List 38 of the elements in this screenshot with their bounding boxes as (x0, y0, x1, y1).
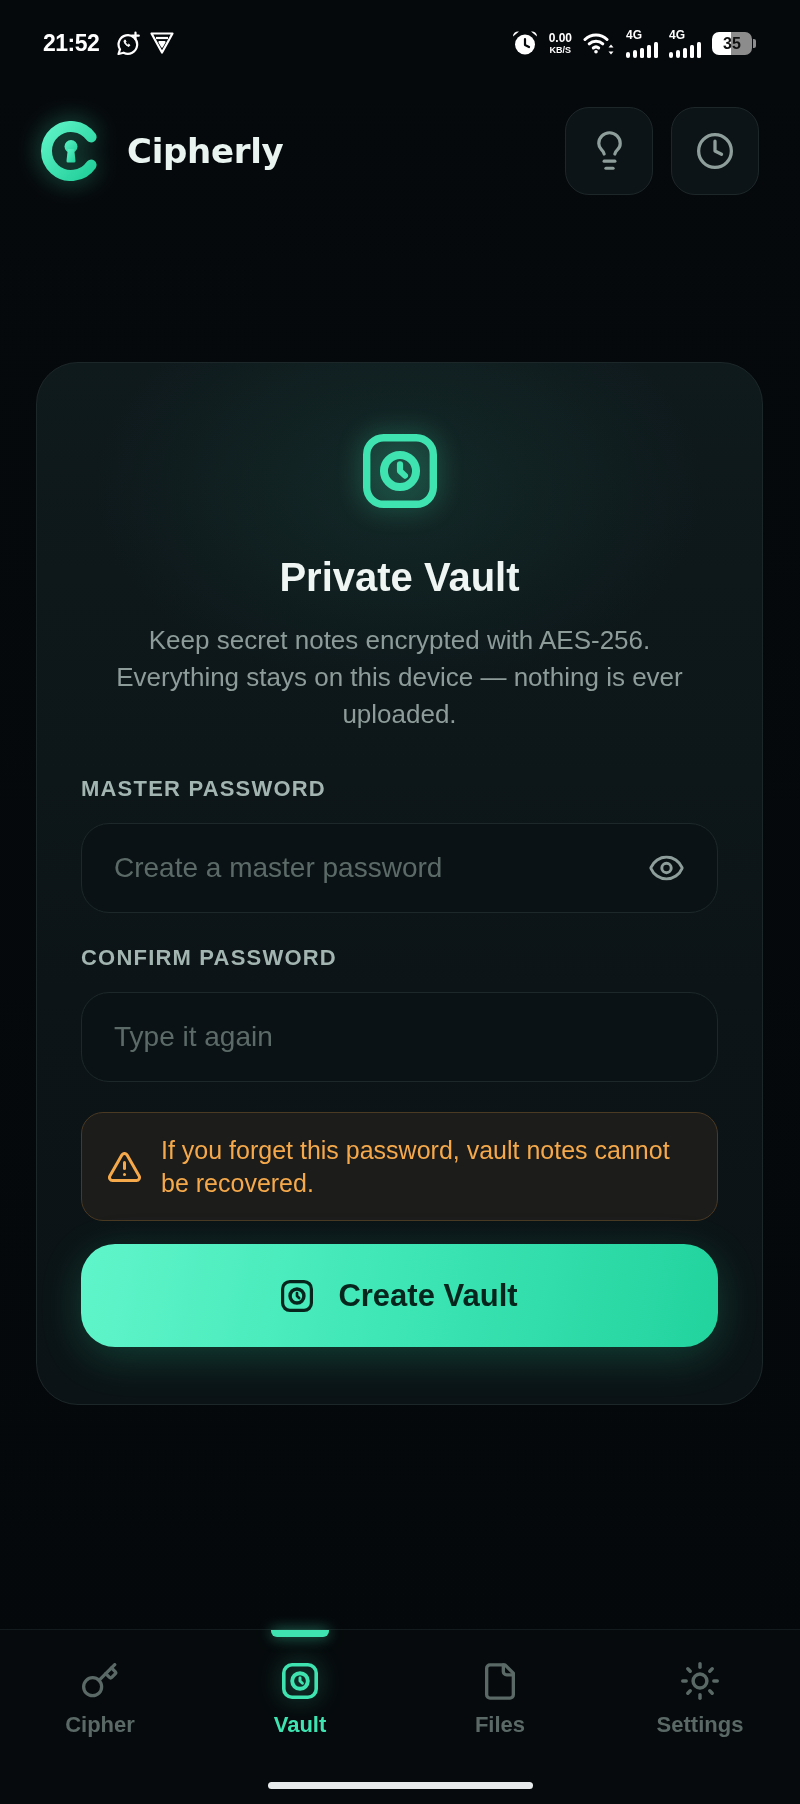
eye-icon[interactable] (649, 855, 684, 881)
lightbulb-icon (596, 131, 622, 170)
clock-icon (697, 132, 733, 169)
nav-tab[interactable]: Cipher (65, 1662, 135, 1738)
signal-bars-icon (669, 41, 701, 58)
network-type-label: 4G (626, 28, 642, 41)
warning-icon (108, 1151, 141, 1182)
field-label: MASTER PASSWORD (81, 776, 327, 802)
warning-text: If you forget this password, vault notes cannot be recovered. (161, 1134, 671, 1199)
safe-icon (281, 1279, 314, 1312)
password-field[interactable]: Create a master password (81, 823, 718, 913)
network-speed-unit: KB/S (549, 44, 572, 55)
field-label: CONFIRM PASSWORD (81, 945, 338, 971)
app-name: Cipherly (127, 130, 284, 171)
vault-description: Keep secret notes encrypted with AES-256. Everything stays on this device — nothing is ever uploaded. (115, 624, 684, 731)
nav-tab[interactable]: Files (474, 1662, 526, 1738)
alarm-clock-icon (511, 30, 538, 56)
chat-bubble-icon (115, 30, 141, 56)
active-tab-indicator (271, 1630, 329, 1637)
file-icon (485, 1662, 515, 1700)
nav-tab[interactable]: Vault (273, 1662, 327, 1738)
triangle-icon (150, 32, 175, 54)
wifi-icon (583, 31, 615, 55)
key-icon (82, 1663, 118, 1699)
signal-bars-icon (626, 41, 658, 58)
network-type-label: 4G (669, 28, 685, 41)
logo-icon (41, 120, 97, 181)
sun-icon (681, 1662, 719, 1700)
nav-tab[interactable]: Settings (656, 1662, 744, 1738)
vault-title: Private Vault (278, 554, 521, 601)
create-vault-button[interactable]: Create Vault (81, 1244, 718, 1347)
safe-icon (362, 434, 437, 508)
lightbulb-button[interactable] (565, 106, 653, 195)
password-field[interactable]: Type it again (81, 992, 718, 1082)
safe-icon (282, 1663, 318, 1699)
status-time: 21:52 (43, 30, 100, 56)
network-speed-value: 0.00 (548, 31, 572, 45)
clock-button[interactable] (671, 106, 759, 195)
